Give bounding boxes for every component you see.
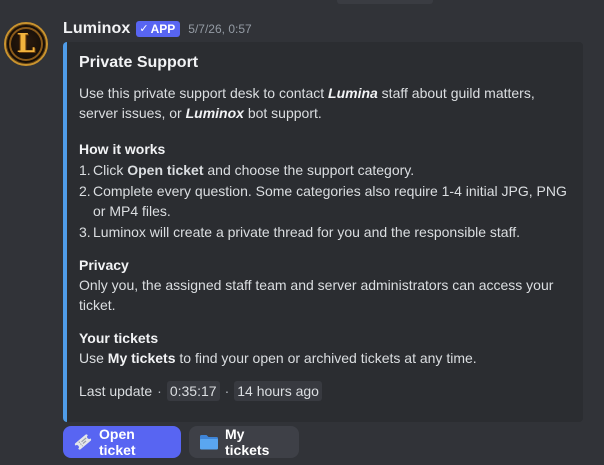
footer-separator: · [157, 383, 162, 399]
step-item: 1. Click Open ticket and choose the supp… [79, 160, 569, 180]
how-it-works-title: How it works [79, 141, 166, 157]
intro-lumina: Lumina [328, 85, 378, 101]
embed-footer: Last update · 0:35:17 · 14 hours ago [79, 381, 569, 401]
intro-text-3: bot support. [243, 105, 322, 121]
step-1-bold: Open ticket [127, 162, 204, 178]
step-1-post: and choose the support category. [203, 162, 415, 178]
embed: Private Support Use this private support… [63, 42, 583, 422]
avatar[interactable]: L [4, 22, 48, 66]
bot-message: L Luminox ✓ APP 5/7/26, 0:57 Private Sup… [0, 8, 604, 465]
intro-luminox: Luminox [185, 105, 244, 121]
folder-icon [199, 433, 219, 451]
tickets-pre: Use [79, 350, 108, 366]
step-number: 2. [79, 183, 91, 199]
step-item: 3. Luminox will create a private thread … [79, 222, 569, 242]
step-1-pre: Click [93, 162, 128, 178]
footer-time[interactable]: 0:35:17 [166, 381, 220, 401]
check-icon: ✓ [139, 22, 149, 35]
app-badge-label: APP [150, 22, 176, 36]
ticket-icon [73, 432, 93, 452]
step-text: Click Open ticket and choose the support… [93, 160, 569, 180]
tickets-post: to find your open or archived tickets at… [175, 350, 477, 366]
action-row: Open ticket My tickets [63, 426, 299, 458]
step-text: Complete every question. Some categories… [93, 183, 567, 219]
your-tickets-title: Your tickets [79, 330, 159, 346]
intro-text-1: Use this private support desk to contact [79, 85, 329, 101]
app-badge: ✓ APP [136, 21, 181, 37]
open-ticket-label: Open ticket [99, 426, 136, 458]
privacy-title: Privacy [79, 257, 129, 273]
embed-title: Private Support [79, 54, 199, 71]
step-number: 1. [79, 162, 91, 178]
step-text: Luminox will create a private thread for… [93, 224, 520, 240]
footer-separator: · [224, 383, 230, 399]
steps-list: 1. Click Open ticket and choose the supp… [79, 160, 569, 242]
embed-intro: Use this private support desk to contact… [79, 83, 569, 123]
timestamp[interactable]: 5/7/26, 0:57 [188, 22, 251, 36]
previous-message-ghost [337, 0, 433, 4]
step-number: 3. [79, 224, 91, 240]
message-header: Luminox ✓ APP 5/7/26, 0:57 [63, 18, 252, 40]
my-tickets-button[interactable]: My tickets [189, 426, 299, 458]
author-name[interactable]: Luminox [63, 20, 130, 38]
footer-label: Last update [79, 383, 153, 399]
privacy-text: Only you, the assigned staff team and se… [79, 277, 554, 313]
tickets-bold: My tickets [107, 350, 176, 366]
open-ticket-button[interactable]: Open ticket [63, 426, 181, 458]
footer-relative-time[interactable]: 14 hours ago [234, 381, 322, 401]
your-tickets-text: Use My tickets to find your open or arch… [79, 348, 569, 368]
my-tickets-label: My tickets [225, 426, 270, 458]
previous-message-edge [0, 0, 604, 8]
step-item: 2. Complete every question. Some categor… [79, 181, 569, 221]
avatar-logo-letter: L [16, 29, 36, 59]
